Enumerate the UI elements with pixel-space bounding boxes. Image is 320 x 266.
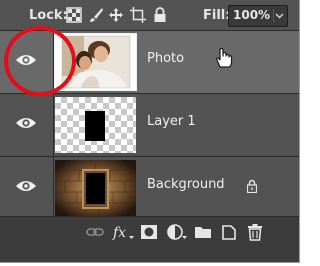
add-mask-icon[interactable] <box>140 223 158 241</box>
lock-icon <box>247 179 257 193</box>
lock-artboard-icon[interactable] <box>130 7 146 23</box>
adjustment-layer-icon[interactable] <box>166 223 188 241</box>
layers-bottom-toolbar: fx <box>0 216 299 262</box>
fill-label: Fill: <box>203 8 231 23</box>
eye-icon[interactable] <box>15 179 37 193</box>
svg-text:fx: fx <box>112 225 126 241</box>
fill-input[interactable]: 100% <box>228 5 288 27</box>
lock-label: Lock: <box>29 8 68 23</box>
lock-image-pixels-icon[interactable] <box>88 7 104 23</box>
annotation-circle <box>4 26 76 96</box>
fill-value: 100% <box>233 8 271 22</box>
layer-thumbnail-layer-1[interactable] <box>55 97 136 153</box>
visibility-toggle[interactable] <box>0 94 54 156</box>
new-layer-icon[interactable] <box>220 223 238 241</box>
layer-name-background: Background <box>147 177 225 192</box>
lock-transparent-pixels-icon[interactable] <box>66 7 82 23</box>
layer-row-background[interactable]: Background <box>0 157 299 220</box>
visibility-toggle[interactable] <box>0 157 54 219</box>
layer-name-photo: Photo <box>147 51 185 66</box>
link-layers-icon[interactable] <box>86 223 104 241</box>
delete-layer-icon[interactable] <box>246 223 264 241</box>
new-group-icon[interactable] <box>194 223 212 241</box>
lock-all-icon[interactable] <box>152 7 168 23</box>
layers-panel: Lock: Fill: 100% Photo Layer 1 Backgroun… <box>0 0 300 263</box>
fx-icon[interactable]: fx <box>112 223 134 241</box>
lock-position-icon[interactable] <box>108 7 124 23</box>
layer-thumbnail-background[interactable] <box>55 160 136 216</box>
chevron-down-icon[interactable] <box>273 9 285 23</box>
layer-name-layer-1: Layer 1 <box>147 114 196 129</box>
hand-cursor-icon <box>216 47 233 68</box>
eye-icon[interactable] <box>15 116 37 130</box>
layer-row-layer-1[interactable]: Layer 1 <box>0 94 299 157</box>
